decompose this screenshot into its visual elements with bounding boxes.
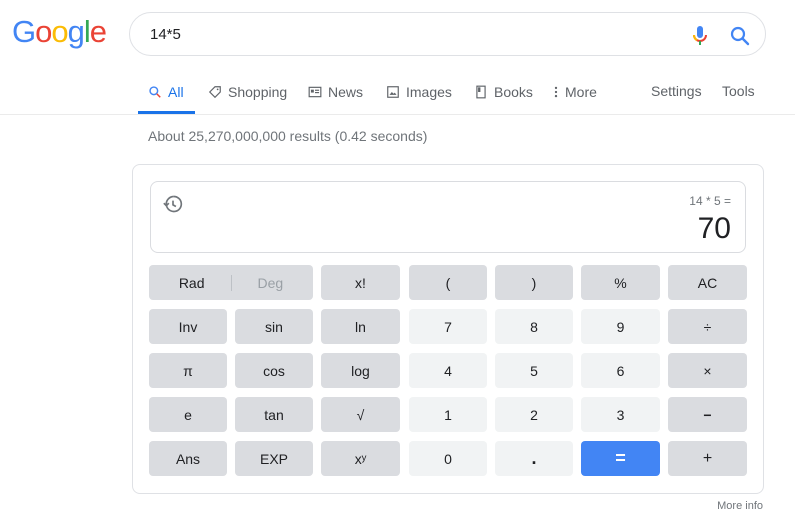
tab-label: Images	[406, 84, 452, 100]
sqrt-button[interactable]: √	[321, 397, 400, 432]
tab-all[interactable]: All	[148, 83, 184, 101]
rad-deg-toggle[interactable]: Rad Deg	[149, 265, 313, 300]
tab-label: Shopping	[228, 84, 288, 100]
history-icon[interactable]	[163, 194, 183, 214]
logo-letter: o	[51, 14, 68, 49]
answer-button[interactable]: Ans	[149, 441, 227, 476]
tab-more[interactable]: More	[553, 83, 597, 101]
search-tabs: All Shopping News Images Books More Sett…	[0, 70, 795, 115]
tag-icon	[208, 86, 221, 99]
exp-button[interactable]: EXP	[235, 441, 313, 476]
equals-button[interactable]: =	[581, 441, 660, 476]
percent-button[interactable]: %	[581, 265, 660, 300]
rad-button[interactable]: Rad	[179, 275, 205, 291]
digit-9-button[interactable]: 9	[581, 309, 660, 344]
tab-label: All	[168, 84, 184, 100]
log-button[interactable]: log	[321, 353, 400, 388]
more-info-link[interactable]: More info	[717, 500, 763, 512]
tab-images[interactable]: Images	[386, 83, 452, 101]
multiply-button[interactable]: ×	[668, 353, 747, 388]
newspaper-icon	[308, 86, 322, 98]
deg-button[interactable]: Deg	[258, 275, 284, 291]
tab-shopping[interactable]: Shopping	[208, 83, 287, 101]
divide-button[interactable]: ÷	[668, 309, 747, 344]
subtract-button[interactable]: −	[668, 397, 747, 432]
calculator-result: 70	[697, 212, 731, 245]
search-box	[129, 12, 766, 56]
search-icon[interactable]	[728, 24, 752, 48]
euler-button[interactable]: e	[149, 397, 227, 432]
microphone-icon[interactable]	[688, 24, 712, 48]
google-logo[interactable]: Google	[12, 14, 107, 50]
active-tab-indicator	[138, 111, 195, 114]
book-icon	[476, 85, 486, 99]
search-input[interactable]	[150, 23, 650, 45]
tab-news[interactable]: News	[308, 83, 363, 101]
settings-link[interactable]: Settings	[651, 83, 702, 99]
inverse-button[interactable]: Inv	[149, 309, 227, 344]
digit-0-button[interactable]: 0	[409, 441, 487, 476]
digit-4-button[interactable]: 4	[409, 353, 487, 388]
decimal-button[interactable]: .	[495, 441, 573, 476]
ln-button[interactable]: ln	[321, 309, 400, 344]
logo-letter: G	[12, 14, 36, 49]
tab-label: News	[328, 84, 364, 100]
tab-label: More	[565, 84, 597, 100]
search-icon	[149, 86, 161, 98]
factorial-button[interactable]: x!	[321, 265, 400, 300]
tan-button[interactable]: tan	[235, 397, 313, 432]
pi-button[interactable]: π	[149, 353, 227, 388]
digit-8-button[interactable]: 8	[495, 309, 573, 344]
calculator-display: 14 * 5 = 70	[150, 181, 746, 253]
digit-1-button[interactable]: 1	[409, 397, 487, 432]
close-paren-button[interactable]: )	[495, 265, 573, 300]
digit-3-button[interactable]: 3	[581, 397, 660, 432]
more-vert-icon	[554, 86, 558, 98]
add-button[interactable]: +	[668, 441, 747, 476]
digit-6-button[interactable]: 6	[581, 353, 660, 388]
tab-books[interactable]: Books	[474, 83, 533, 101]
logo-letter: g	[67, 14, 85, 49]
result-stats: About 25,270,000,000 results (0.42 secon…	[148, 128, 428, 144]
calculator-expression: 14 * 5 =	[689, 194, 731, 208]
mode-divider	[230, 274, 232, 291]
digit-7-button[interactable]: 7	[409, 309, 487, 344]
sin-button[interactable]: sin	[235, 309, 313, 344]
open-paren-button[interactable]: (	[409, 265, 487, 300]
logo-letter: o	[35, 14, 52, 49]
digit-2-button[interactable]: 2	[495, 397, 573, 432]
tools-link[interactable]: Tools	[722, 83, 755, 99]
image-icon	[387, 86, 399, 98]
tab-label: Books	[494, 84, 533, 100]
digit-5-button[interactable]: 5	[495, 353, 573, 388]
all-clear-button[interactable]: AC	[668, 265, 747, 300]
logo-letter: e	[89, 14, 107, 49]
power-button[interactable]: xʸ	[321, 441, 400, 476]
cos-button[interactable]: cos	[235, 353, 313, 388]
